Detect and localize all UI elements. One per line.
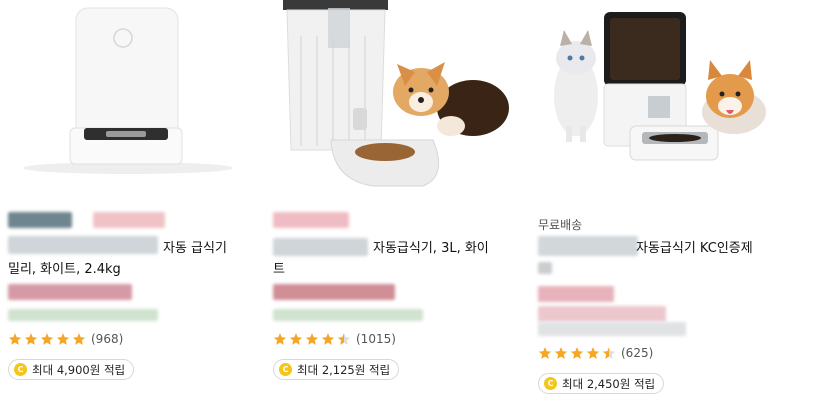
star-icon bbox=[40, 333, 54, 345]
coin-icon: C bbox=[14, 363, 27, 376]
blurred-price bbox=[8, 284, 132, 300]
rating: (1015) bbox=[273, 332, 396, 346]
reward-text: 최대 2,125원 적립 bbox=[297, 362, 391, 377]
star-icon bbox=[289, 333, 303, 345]
coin-icon: C bbox=[279, 363, 292, 376]
rating: (625) bbox=[538, 346, 653, 360]
star-icon bbox=[273, 333, 287, 345]
star-icon bbox=[538, 347, 552, 359]
product-image[interactable] bbox=[538, 0, 778, 196]
reward-badge: C 최대 2,125원 적립 bbox=[273, 359, 400, 380]
product-title[interactable]: 자동급식기 KC인증제 bbox=[538, 238, 774, 259]
star-icon bbox=[56, 333, 70, 345]
product-image[interactable] bbox=[8, 0, 248, 196]
reward-text: 최대 4,900원 적립 bbox=[32, 362, 126, 377]
star-icon bbox=[554, 347, 568, 359]
review-count: (625) bbox=[621, 346, 654, 360]
review-count: (1015) bbox=[356, 332, 396, 346]
blurred-price bbox=[538, 322, 686, 336]
star-icon bbox=[586, 347, 600, 359]
star-half-icon bbox=[337, 333, 351, 345]
rating: (968) bbox=[8, 332, 123, 346]
blurred-price bbox=[273, 284, 395, 300]
product-card[interactable]: 자동급식기, 3L, 화이 트 (1015) C 최대 2,125원 적립 bbox=[273, 0, 513, 403]
star-half-icon bbox=[602, 347, 616, 359]
product-card[interactable]: 자동 급식기 밀리, 화이트, 2.4kg (968) C 최대 4,900원 … bbox=[8, 0, 248, 403]
blurred-price bbox=[8, 309, 158, 321]
blurred-text bbox=[273, 212, 349, 228]
coin-icon: C bbox=[544, 377, 557, 390]
star-icon bbox=[570, 347, 584, 359]
reward-text: 최대 2,450원 적립 bbox=[562, 376, 656, 391]
review-count: (968) bbox=[91, 332, 124, 346]
blurred-text bbox=[93, 212, 165, 228]
reward-badge: C 최대 4,900원 적립 bbox=[8, 359, 135, 380]
product-title[interactable]: 자동급식기, 3L, 화이 트 bbox=[273, 238, 509, 280]
star-icon bbox=[321, 333, 335, 345]
star-icon bbox=[24, 333, 38, 345]
product-card[interactable]: 무료배송 자동급식기 KC인증제 (625) C 최대 2,450원 적립 bbox=[538, 0, 778, 403]
product-title[interactable]: 자동 급식기 밀리, 화이트, 2.4kg bbox=[8, 238, 244, 280]
star-icon bbox=[8, 333, 22, 345]
star-icon bbox=[72, 333, 86, 345]
blurred-price bbox=[538, 306, 666, 322]
product-image[interactable] bbox=[273, 0, 513, 196]
shipping-label: 무료배송 bbox=[538, 218, 583, 232]
blurred-price bbox=[273, 309, 423, 321]
blurred-price bbox=[538, 286, 614, 302]
blurred-text bbox=[538, 262, 552, 274]
blurred-text bbox=[8, 212, 72, 228]
star-icon bbox=[305, 333, 319, 345]
reward-badge: C 최대 2,450원 적립 bbox=[538, 373, 665, 394]
